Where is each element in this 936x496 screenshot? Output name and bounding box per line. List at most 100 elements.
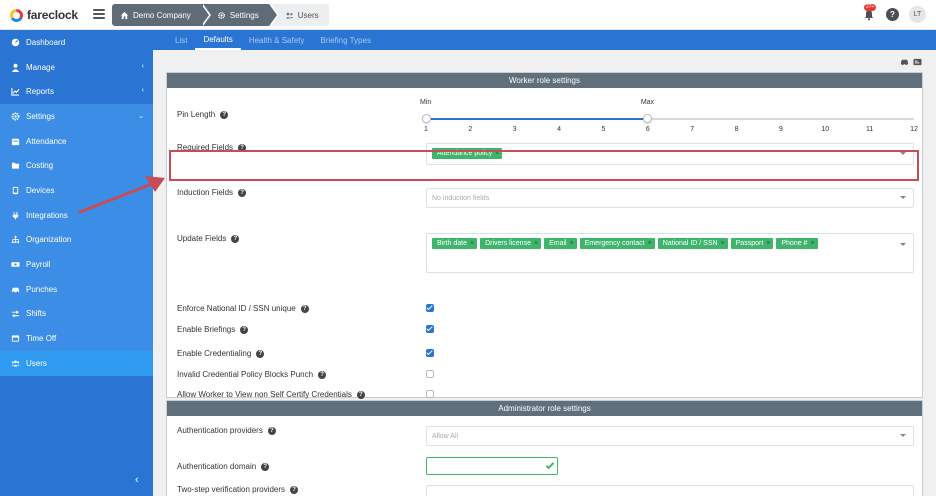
sidebar-item-costing[interactable]: Costing: [0, 153, 153, 179]
car-icon[interactable]: [900, 58, 909, 66]
top-bar: fareclock Demo Company Settings Users 27…: [0, 0, 936, 30]
pin-length-slider[interactable]: Min Max 1 2 3 4 5 6 7 8 9 10 11 12: [420, 99, 918, 141]
option-checkbox[interactable]: [426, 349, 434, 357]
help-icon[interactable]: ?: [261, 462, 270, 471]
help-icon[interactable]: ?: [356, 390, 365, 399]
sidebar-item-devices[interactable]: Devices: [0, 178, 153, 203]
induction-fields-select[interactable]: No induction fields: [426, 188, 914, 208]
gear-icon: [217, 11, 225, 19]
induction-fields-label: Induction Fields ?: [177, 188, 247, 197]
option-checkbox[interactable]: [426, 370, 434, 378]
tab-list[interactable]: List: [167, 30, 195, 50]
help-icon[interactable]: ?: [290, 485, 299, 494]
slider-tick-label: 2: [468, 126, 473, 133]
notifications-button[interactable]: 27+: [862, 3, 877, 23]
option-checkbox[interactable]: [426, 325, 434, 333]
auth-providers-label: Authentication providers ?: [177, 426, 276, 435]
help-icon[interactable]: ?: [267, 426, 276, 435]
chip-label: Passport: [735, 240, 764, 247]
field-chip[interactable]: National ID / SSN ×: [657, 238, 728, 249]
field-chip[interactable]: Drivers license ×: [480, 238, 542, 249]
tab-defaults[interactable]: Defaults: [195, 30, 241, 50]
notification-count-badge: 27+: [864, 3, 877, 11]
id-card-icon[interactable]: [913, 58, 922, 66]
required-fields-select[interactable]: Attendance policy ×: [426, 143, 914, 165]
help-icon[interactable]: ?: [300, 304, 309, 313]
help-icon[interactable]: ?: [238, 143, 247, 152]
sidebar-item-shifts[interactable]: Shifts: [0, 301, 153, 327]
remove-chip-icon[interactable]: ×: [810, 240, 814, 247]
tab-health-safety[interactable]: Health & Safety: [241, 30, 313, 50]
slider-tick-label: 8: [734, 126, 739, 133]
chip-label: Drivers license: [485, 240, 531, 247]
required-fields-label: Required Fields ?: [177, 143, 247, 152]
select-placeholder: Allow All: [432, 433, 459, 440]
sidebar-item-label: Settings: [26, 111, 55, 121]
sidebar-item-users[interactable]: Users: [0, 350, 153, 376]
slider-max-handle[interactable]: [643, 114, 653, 123]
worker-role-panel: Worker role settings Pin Length ? Min Ma…: [166, 72, 923, 399]
remove-chip-icon[interactable]: ×: [570, 240, 574, 247]
main-content: Worker role settings Pin Length ? Min Ma…: [153, 50, 936, 496]
label-text: Authentication domain: [177, 462, 257, 471]
slider-fill: [426, 118, 648, 120]
menu-toggle-button[interactable]: [93, 9, 105, 19]
help-icon[interactable]: ?: [318, 370, 327, 379]
sidebar-item-reports[interactable]: Reports ‹: [0, 79, 153, 104]
update-fields-select[interactable]: Birth date × Drivers license × Email × Emergen…: [426, 233, 914, 273]
sidebar-item-settings[interactable]: Settings ⌄: [0, 104, 153, 129]
sidebar-item-payroll[interactable]: Payroll: [0, 252, 153, 277]
field-chip[interactable]: Emergency contact ×: [579, 238, 655, 249]
field-chip[interactable]: Attendance policy ×: [432, 148, 503, 159]
remove-chip-icon[interactable]: ×: [648, 240, 652, 247]
sidebar-item-organization[interactable]: Organization: [0, 227, 153, 253]
tab-briefing-types[interactable]: Briefing Types: [312, 30, 379, 50]
remove-chip-icon[interactable]: ×: [766, 240, 770, 247]
chevron-left-icon: ‹: [141, 87, 144, 95]
field-chip[interactable]: Passport ×: [730, 238, 774, 249]
remove-chip-icon[interactable]: ×: [495, 150, 499, 157]
chip-label: Attendance policy: [437, 150, 493, 157]
option-checkbox[interactable]: [426, 304, 434, 312]
slider-tick-label: 9: [778, 126, 783, 133]
field-chip[interactable]: Phone # ×: [776, 238, 818, 249]
sidebar-item-manage[interactable]: Manage ‹: [0, 55, 153, 80]
option-label: Enable Briefings?: [177, 325, 249, 334]
label-text: Required Fields: [177, 143, 234, 152]
help-icon[interactable]: ?: [231, 234, 240, 243]
sidebar-item-punches[interactable]: Punches: [0, 276, 153, 302]
sidebar-collapse-button[interactable]: ‹: [135, 474, 139, 486]
update-fields-chips: Birth date × Drivers license × Email × Emergen…: [432, 238, 892, 253]
help-icon[interactable]: ?: [256, 349, 265, 358]
remove-chip-icon[interactable]: ×: [534, 240, 538, 247]
chip-label: Phone #: [781, 240, 808, 247]
option-checkbox[interactable]: [426, 390, 434, 398]
remove-chip-icon[interactable]: ×: [721, 240, 725, 247]
help-button[interactable]: ?: [886, 8, 899, 21]
breadcrumb-settings[interactable]: Settings: [200, 4, 279, 26]
auth-providers-select[interactable]: Allow All: [426, 426, 914, 446]
two-step-select[interactable]: [426, 485, 914, 496]
help-icon[interactable]: ?: [220, 110, 229, 119]
field-chip[interactable]: Birth date ×: [432, 238, 478, 249]
sidebar-item-time-off[interactable]: Time Off: [0, 326, 153, 351]
field-chip[interactable]: Email ×: [544, 238, 577, 249]
slider-tick-label: 4: [557, 126, 562, 133]
help-icon[interactable]: ?: [240, 325, 249, 334]
app-logo[interactable]: fareclock: [10, 8, 78, 22]
user-avatar[interactable]: LT: [909, 6, 926, 23]
remove-chip-icon[interactable]: ×: [470, 240, 474, 247]
sidebar-item-label: Payroll: [26, 260, 51, 270]
auth-domain-input[interactable]: [426, 457, 558, 475]
slider-tick-label: 5: [601, 126, 606, 133]
header-actions: 27+ ? LT: [862, 3, 926, 23]
slider-min-handle[interactable]: [421, 114, 431, 123]
help-icon[interactable]: ?: [238, 188, 247, 197]
sidebar-item-attendance[interactable]: Attendance: [0, 128, 153, 154]
breadcrumb-company[interactable]: Demo Company: [112, 4, 211, 26]
label-text: Enforce National ID / SSN unique: [177, 304, 296, 313]
sidebar-item-dashboard[interactable]: Dashboard: [0, 30, 153, 55]
sidebar-item-integrations[interactable]: Integrations: [0, 202, 153, 228]
label-text: Enable Briefings: [177, 325, 236, 334]
gear-icon: [10, 111, 20, 121]
